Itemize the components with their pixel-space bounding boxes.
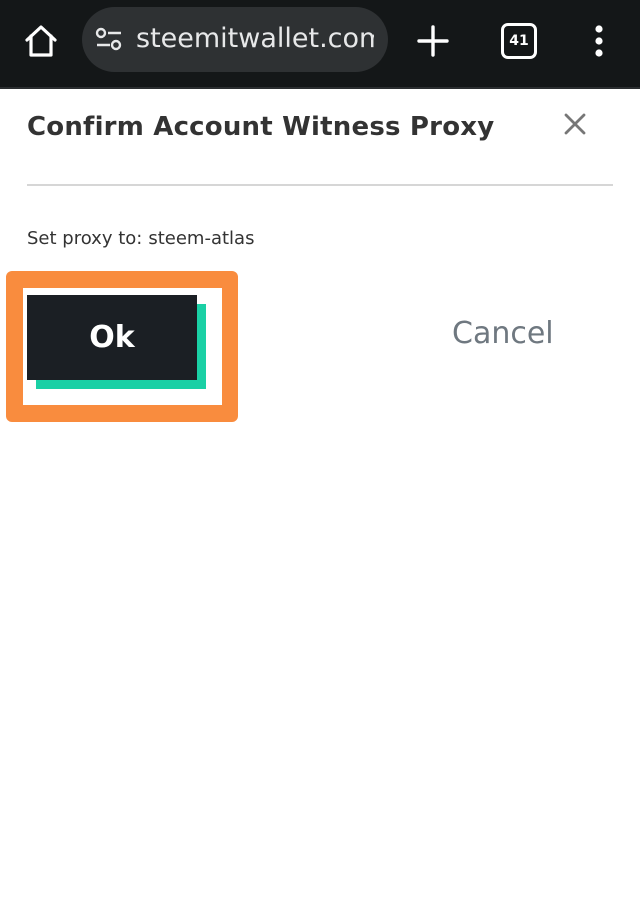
dialog-title: Confirm Account Witness Proxy — [27, 112, 495, 142]
tabs-icon[interactable]: 41 — [501, 23, 537, 59]
proxy-text: Set proxy to: steem-atlas — [27, 228, 254, 249]
cancel-button[interactable]: Cancel — [452, 314, 554, 354]
home-icon[interactable] — [22, 22, 60, 60]
browser-toolbar: steemitwallet.com/- 41 — [0, 0, 640, 89]
plus-icon[interactable] — [414, 22, 452, 60]
title-divider — [27, 184, 613, 186]
more-vert-icon[interactable] — [585, 22, 613, 60]
url-text[interactable]: steemitwallet.com/- — [136, 22, 374, 56]
ok-button[interactable]: Ok — [27, 295, 197, 380]
address-bar[interactable]: steemitwallet.com/- — [82, 7, 388, 72]
site-settings-icon[interactable] — [95, 27, 123, 51]
proxy-value: steem-atlas — [148, 228, 255, 249]
close-icon[interactable] — [562, 111, 588, 137]
proxy-label: Set proxy to: — [27, 228, 143, 249]
